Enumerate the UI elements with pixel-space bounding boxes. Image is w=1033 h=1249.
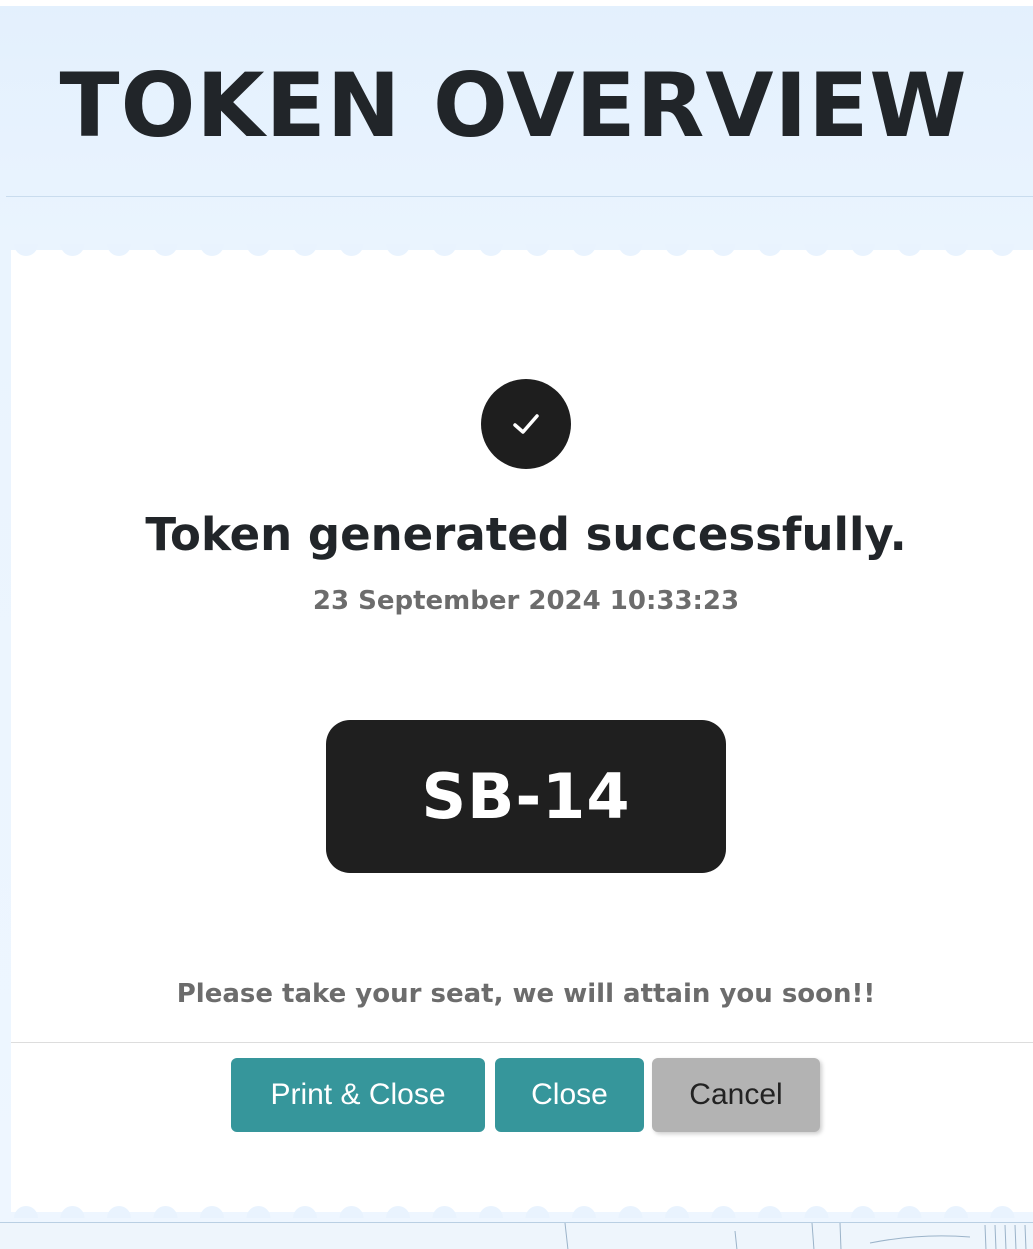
- success-message: Token generated successfully.: [145, 508, 907, 561]
- instruction-message: Please take your seat, we will attain yo…: [176, 979, 876, 1009]
- token-ticket-card: Token generated successfully. 23 Septemb…: [11, 244, 1033, 1218]
- page-header: TOKEN OVERVIEW: [6, 6, 1033, 197]
- cancel-button[interactable]: Cancel: [652, 1058, 820, 1132]
- token-overview-page: TOKEN OVERVIEW Token generated successfu…: [0, 0, 1033, 1249]
- ticket-top-scallop-edge: [11, 244, 1033, 258]
- token-timestamp: 23 September 2024 10:33:23: [312, 586, 740, 616]
- token-number-badge: SB-14: [326, 720, 726, 873]
- ticket-bottom-scallop-edge: [11, 1204, 1033, 1218]
- close-button[interactable]: Close: [495, 1058, 644, 1132]
- background-footer-strip: [0, 1222, 1033, 1249]
- footer-divider: [11, 1042, 1033, 1043]
- page-title: TOKEN OVERVIEW: [59, 54, 968, 157]
- background-sketch-lines: [564, 1222, 1027, 1249]
- token-number: SB-14: [421, 760, 631, 833]
- check-icon: [513, 414, 539, 434]
- print-and-close-button[interactable]: Print & Close: [231, 1058, 485, 1132]
- success-check-icon: [481, 379, 571, 469]
